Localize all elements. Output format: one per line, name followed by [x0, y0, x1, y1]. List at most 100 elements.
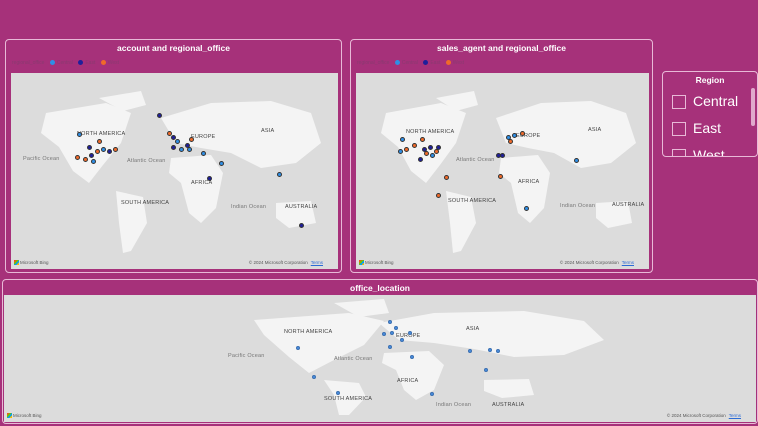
bing-map[interactable]: NORTH AMERICA Pacific Ocean Atlantic Oce… [4, 295, 756, 422]
legend-item[interactable]: Central [402, 60, 418, 66]
map-point[interactable] [157, 113, 162, 118]
map-point[interactable] [430, 392, 434, 396]
map-point[interactable] [400, 338, 404, 342]
slicer-item-central[interactable]: Central [672, 93, 752, 111]
map-point[interactable] [107, 149, 112, 154]
map-point[interactable] [175, 139, 180, 144]
map-point[interactable] [95, 149, 100, 154]
map-point[interactable] [388, 345, 392, 349]
checkbox[interactable] [672, 122, 686, 136]
map-point[interactable] [312, 375, 316, 379]
legend-item[interactable]: East [430, 60, 440, 66]
visual-title: sales_agent and regional_office [437, 43, 566, 53]
map-label-continent: AFRICA [518, 179, 540, 185]
map-point[interactable] [500, 153, 505, 158]
map-point[interactable] [390, 331, 394, 335]
map-point[interactable] [508, 139, 513, 144]
map-point[interactable] [574, 158, 579, 163]
map-point[interactable] [113, 147, 118, 152]
map-point[interactable] [524, 206, 529, 211]
map-point[interactable] [189, 137, 194, 142]
account-map-visual[interactable]: account and regional_office regional_off… [5, 39, 342, 273]
map-point[interactable] [91, 159, 96, 164]
map-legend: regional_office Central East West [357, 60, 464, 66]
map-point[interactable] [201, 151, 206, 156]
map-point[interactable] [207, 176, 212, 181]
sales-agent-map-visual[interactable]: sales_agent and regional_office regional… [350, 39, 653, 273]
map-point[interactable] [412, 143, 417, 148]
map-point[interactable] [97, 139, 102, 144]
map-point[interactable] [394, 326, 398, 330]
checkbox[interactable] [672, 95, 686, 109]
legend-item[interactable]: Central [57, 60, 73, 66]
office-location-map-visual[interactable]: office_location NORTH AMERICA Pacific Oc… [2, 279, 758, 424]
map-label-continent: EUROPE [191, 134, 216, 140]
map-label-ocean: Atlantic Ocean [127, 158, 166, 164]
map-point[interactable] [420, 137, 425, 142]
slicer-item-east[interactable]: East [672, 120, 752, 138]
legend-east-swatch [423, 60, 429, 66]
map-point[interactable] [296, 346, 300, 350]
map-point[interactable] [488, 348, 492, 352]
map-point[interactable] [512, 133, 517, 138]
map-point[interactable] [498, 174, 503, 179]
terms-link[interactable]: Terms [622, 260, 634, 265]
bing-logo: Microsoft Bing [7, 413, 42, 418]
map-point[interactable] [83, 157, 88, 162]
legend-west-swatch [445, 60, 451, 66]
map-label-ocean: Pacific Ocean [228, 353, 265, 359]
map-point[interactable] [468, 349, 472, 353]
map-point[interactable] [520, 131, 525, 136]
terms-link[interactable]: Terms [729, 413, 741, 418]
map-point[interactable] [299, 223, 304, 228]
bing-map[interactable]: NORTH AMERICA Pacific Ocean Atlantic Oce… [11, 73, 338, 269]
map-label-ocean: Atlantic Ocean [456, 157, 495, 163]
map-point[interactable] [430, 153, 435, 158]
map-point[interactable] [436, 193, 441, 198]
map-label-continent: AFRICA [397, 378, 419, 384]
map-point[interactable] [171, 145, 176, 150]
map-point[interactable] [336, 391, 340, 395]
map-point[interactable] [418, 157, 423, 162]
map-point[interactable] [436, 145, 441, 150]
bing-map[interactable]: NORTH AMERICA Atlantic Ocean EUROPE ASIA… [356, 73, 649, 269]
map-point[interactable] [179, 147, 184, 152]
world-landmass [381, 91, 636, 253]
legend-item[interactable]: West [108, 60, 119, 66]
map-point[interactable] [382, 332, 386, 336]
checkbox[interactable] [672, 149, 686, 156]
map-point[interactable] [408, 331, 412, 335]
map-point[interactable] [75, 155, 80, 160]
map-point[interactable] [410, 355, 414, 359]
map-point[interactable] [101, 147, 106, 152]
legend-item[interactable]: West [453, 60, 464, 66]
legend-label: regional_office [12, 60, 45, 66]
map-point[interactable] [484, 368, 488, 372]
map-point[interactable] [89, 153, 94, 158]
map-point[interactable] [400, 137, 405, 142]
terms-link[interactable]: Terms [311, 260, 323, 265]
map-point[interactable] [187, 147, 192, 152]
map-point[interactable] [388, 320, 392, 324]
visual-title: account and regional_office [117, 43, 230, 53]
map-label-continent: ASIA [588, 127, 602, 133]
map-label-continent: AUSTRALIA [612, 202, 645, 208]
map-point[interactable] [219, 161, 224, 166]
map-point[interactable] [77, 132, 82, 137]
slicer-scrollbar[interactable] [751, 88, 755, 126]
map-copyright: © 2024 Microsoft Corporation Terms [248, 260, 323, 265]
map-label-continent: ASIA [466, 326, 480, 332]
map-label-ocean: Indian Ocean [436, 402, 472, 408]
map-point[interactable] [444, 175, 449, 180]
map-copyright: © 2024 Microsoft Corporation Terms [559, 260, 634, 265]
region-slicer[interactable]: Region Central East West [662, 71, 758, 157]
map-point[interactable] [428, 145, 433, 150]
map-point[interactable] [424, 151, 429, 156]
slicer-item-west[interactable]: West [672, 147, 752, 156]
map-point[interactable] [87, 145, 92, 150]
map-point[interactable] [404, 147, 409, 152]
map-point[interactable] [277, 172, 282, 177]
map-point[interactable] [496, 349, 500, 353]
map-point[interactable] [398, 149, 403, 154]
legend-item[interactable]: East [85, 60, 95, 66]
